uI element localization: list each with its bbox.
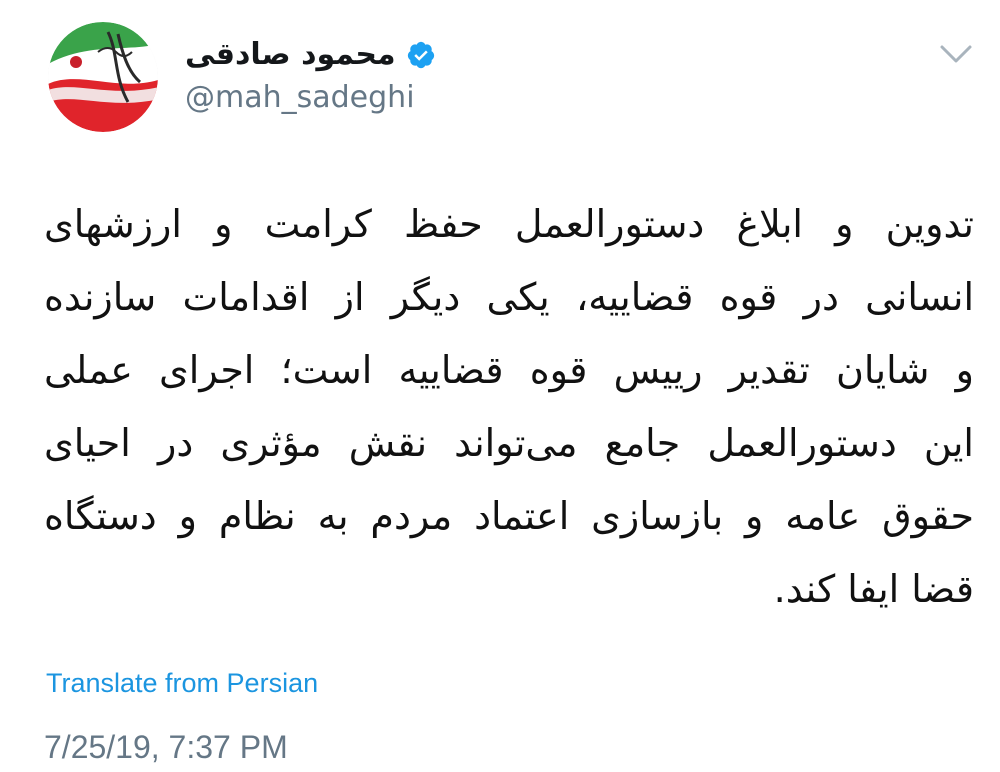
timestamp[interactable]: 7/25/19, 7:37 PM [44,728,288,766]
user-handle[interactable]: @mah_sadeghi [185,80,415,116]
verified-badge-icon [407,41,434,69]
tweet-header: محمود صادقی @mah_sadeghi [0,0,1000,150]
tweet-text-line: این دستورالعمل جامع می‌تواند نقش مؤثری د… [44,421,974,465]
iran-flag-avatar-icon [48,22,158,132]
translate-link[interactable]: Translate from Persian [46,668,318,699]
chevron-down-icon[interactable] [938,42,974,66]
tweet-card: محمود صادقی @mah_sadeghi تدوین و ابلاغ د… [0,0,1000,772]
tweet-text: تدوین و ابلاغ دستورالعمل حفظ کرامت و ارز… [44,188,974,626]
display-name[interactable]: محمود صادقی [185,40,396,70]
tweet-text-line: انسانی در قوه قضاییه، یکی دیگر از اقداما… [44,275,974,319]
tweet-text-line: حقوق عامه و بازسازی اعتماد مردم به نظام … [44,494,974,538]
display-name-row[interactable]: محمود صادقی [185,30,436,80]
tweet-text-line: تدوین و ابلاغ دستورالعمل حفظ کرامت و ارز… [44,202,974,246]
tweet-text-line: قضا ایفا کند. [773,567,974,611]
avatar[interactable] [48,22,158,132]
tweet-text-line: و شایان تقدیر رییس قوه قضاییه است؛ اجرای… [44,348,974,392]
